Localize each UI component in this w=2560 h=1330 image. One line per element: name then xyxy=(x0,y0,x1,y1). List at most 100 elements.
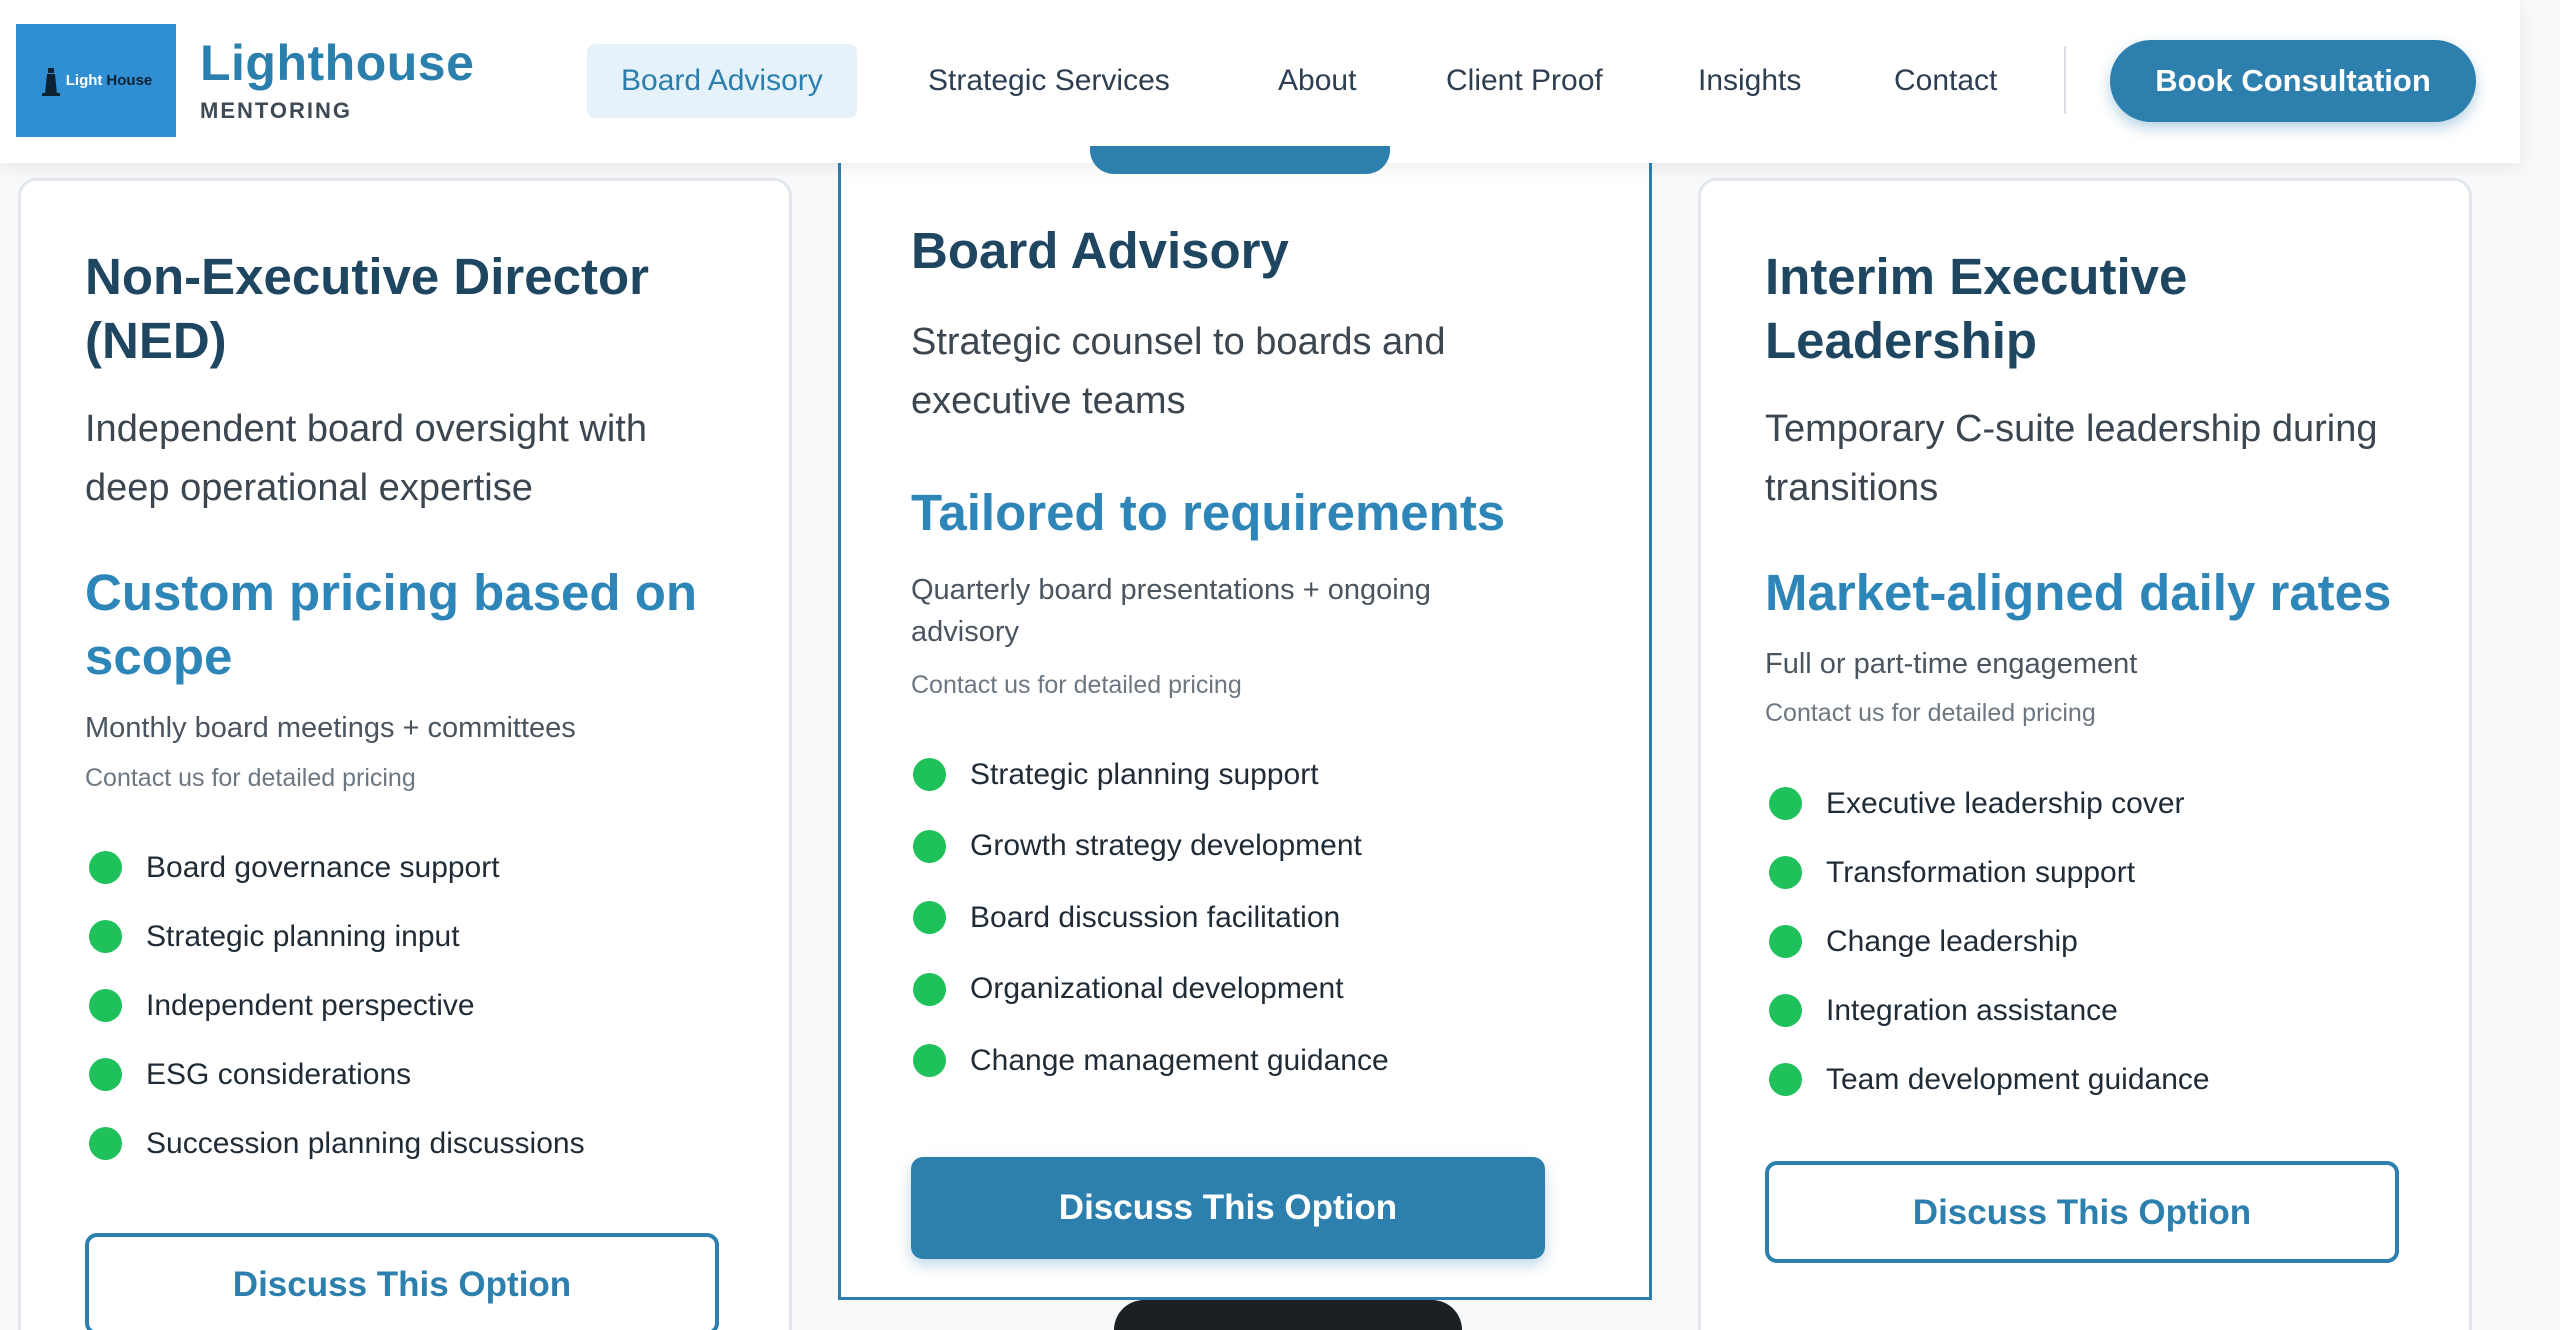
feature-list: Strategic planning support Growth strate… xyxy=(913,739,1389,1097)
lighthouse-icon xyxy=(41,67,60,96)
logo[interactable]: Light House xyxy=(16,24,176,137)
check-dot-icon xyxy=(1769,787,1802,820)
feature-item: Independent perspective xyxy=(89,971,585,1040)
logo-text-light: Light xyxy=(65,72,103,89)
card-title-line: Interim Executive xyxy=(1765,248,2188,305)
check-dot-icon xyxy=(1769,925,1802,958)
check-dot-icon xyxy=(913,1044,946,1078)
feature-label: Organizational development xyxy=(970,972,1344,1006)
check-dot-icon xyxy=(89,989,122,1022)
feature-item: Integration assistance xyxy=(1769,976,2210,1045)
feature-label: Integration assistance xyxy=(1826,993,2118,1027)
check-dot-icon xyxy=(89,1058,122,1091)
card-pricing-line: scope xyxy=(85,628,233,685)
discuss-option-button[interactable]: Discuss This Option xyxy=(85,1233,719,1330)
feature-item: ESG considerations xyxy=(89,1040,585,1109)
nav-divider xyxy=(2064,46,2066,114)
feature-label: Board discussion facilitation xyxy=(970,900,1341,934)
feature-item: Organizational development xyxy=(913,954,1389,1026)
card-title-line: (NED) xyxy=(85,312,227,369)
nav-insights[interactable]: Insights xyxy=(1664,44,1835,118)
brand-name: Lighthouse xyxy=(200,35,475,91)
check-dot-icon xyxy=(89,851,122,884)
card-frequency-line: Quarterly board presentations + ongoing xyxy=(911,574,1431,606)
card-title-line: Leadership xyxy=(1765,312,2038,369)
card-frequency: Monthly board meetings + committees xyxy=(85,712,576,744)
feature-list: Board governance support Strategic plann… xyxy=(89,833,585,1178)
nav-contact[interactable]: Contact xyxy=(1860,44,2031,118)
nav-client-proof[interactable]: Client Proof xyxy=(1412,44,1637,118)
feature-item: Board governance support xyxy=(89,833,585,902)
feature-label: Board governance support xyxy=(146,850,500,884)
nav-about[interactable]: About xyxy=(1244,44,1390,118)
feature-item: Strategic planning input xyxy=(89,902,585,971)
feature-label: Change management guidance xyxy=(970,1043,1389,1077)
feature-label: Independent perspective xyxy=(146,988,475,1022)
feature-label: Transformation support xyxy=(1826,855,2136,889)
card-description-line: Strategic counsel to boards and xyxy=(911,321,1446,363)
card-frequency: Quarterly board presentations + ongoing … xyxy=(911,569,1431,653)
check-dot-icon xyxy=(1769,856,1802,889)
feature-label: Change leadership xyxy=(1826,924,2078,958)
feature-label: Growth strategy development xyxy=(970,829,1362,863)
nav-strategic-services[interactable]: Strategic Services xyxy=(894,44,1204,118)
card-description: Temporary C-suite leadership during tran… xyxy=(1765,400,2378,518)
card-description-line: deep operational expertise xyxy=(85,467,533,509)
check-dot-icon xyxy=(913,901,946,935)
floating-toolbar[interactable] xyxy=(1114,1300,1462,1330)
check-dot-icon xyxy=(913,829,946,863)
card-description-line: Independent board oversight with xyxy=(85,408,647,450)
pricing-card-board-advisory: Board Advisory Strategic counsel to boar… xyxy=(838,120,1652,1300)
brand-subtitle: MENTORING xyxy=(200,98,353,123)
check-dot-icon xyxy=(89,1127,122,1160)
feature-label: Succession planning discussions xyxy=(146,1126,585,1160)
card-description: Independent board oversight with deep op… xyxy=(85,400,647,518)
pricing-card-ned: Non-Executive Director (NED) Independent… xyxy=(18,178,792,1330)
check-dot-icon xyxy=(913,758,946,792)
feature-item: Growth strategy development xyxy=(913,811,1389,883)
feature-item: Transformation support xyxy=(1769,838,2210,907)
feature-item: Board discussion facilitation xyxy=(913,882,1389,954)
card-pricing: Custom pricing based on scope xyxy=(85,561,697,689)
logo-text-house: House xyxy=(106,72,153,89)
feature-label: Executive leadership cover xyxy=(1826,786,2185,820)
card-description-line: Temporary C-suite leadership during xyxy=(1765,408,2378,450)
feature-label: ESG considerations xyxy=(146,1057,412,1091)
card-pricing: Market-aligned daily rates xyxy=(1765,564,2392,621)
card-description-line: executive teams xyxy=(911,380,1186,422)
featured-badge xyxy=(1090,146,1390,174)
feature-label: Strategic planning support xyxy=(970,757,1319,791)
feature-label: Team development guidance xyxy=(1826,1062,2210,1096)
feature-item: Change leadership xyxy=(1769,907,2210,976)
card-title: Board Advisory xyxy=(911,222,1289,279)
nav-board-advisory[interactable]: Board Advisory xyxy=(587,44,857,118)
feature-item: Succession planning discussions xyxy=(89,1109,585,1178)
brand-block[interactable]: Lighthouse MENTORING xyxy=(200,34,474,124)
card-pricing: Tailored to requirements xyxy=(911,484,1506,541)
card-frequency-line: advisory xyxy=(911,616,1019,648)
card-title: Non-Executive Director (NED) xyxy=(85,245,649,373)
feature-item: Team development guidance xyxy=(1769,1045,2210,1114)
pricing-card-interim-executive: Interim Executive Leadership Temporary C… xyxy=(1698,178,2472,1330)
card-description-line: transitions xyxy=(1765,467,1939,509)
check-dot-icon xyxy=(913,972,946,1006)
feature-item: Executive leadership cover xyxy=(1769,769,2210,838)
card-pricing-note: Contact us for detailed pricing xyxy=(911,671,1242,699)
feature-item: Change management guidance xyxy=(913,1025,1389,1097)
feature-list: Executive leadership cover Transformatio… xyxy=(1769,769,2210,1114)
check-dot-icon xyxy=(1769,994,1802,1027)
card-title-line: Non-Executive Director xyxy=(85,248,649,305)
check-dot-icon xyxy=(1769,1063,1802,1096)
card-pricing-note: Contact us for detailed pricing xyxy=(1765,699,2096,727)
book-consultation-button[interactable]: Book Consultation xyxy=(2110,40,2476,122)
discuss-option-button[interactable]: Discuss This Option xyxy=(1765,1161,2399,1263)
lighthouse-logo-icon: Light House xyxy=(40,66,153,96)
check-dot-icon xyxy=(89,920,122,953)
discuss-option-button[interactable]: Discuss This Option xyxy=(911,1157,1545,1259)
feature-item: Strategic planning support xyxy=(913,739,1389,811)
card-title: Interim Executive Leadership xyxy=(1765,245,2187,373)
site-header: Light House Lighthouse MENTORING Board Ad… xyxy=(0,0,2520,163)
card-pricing-note: Contact us for detailed pricing xyxy=(85,764,416,792)
card-pricing-line: Custom pricing based on xyxy=(85,564,698,621)
card-frequency: Full or part-time engagement xyxy=(1765,648,2138,680)
